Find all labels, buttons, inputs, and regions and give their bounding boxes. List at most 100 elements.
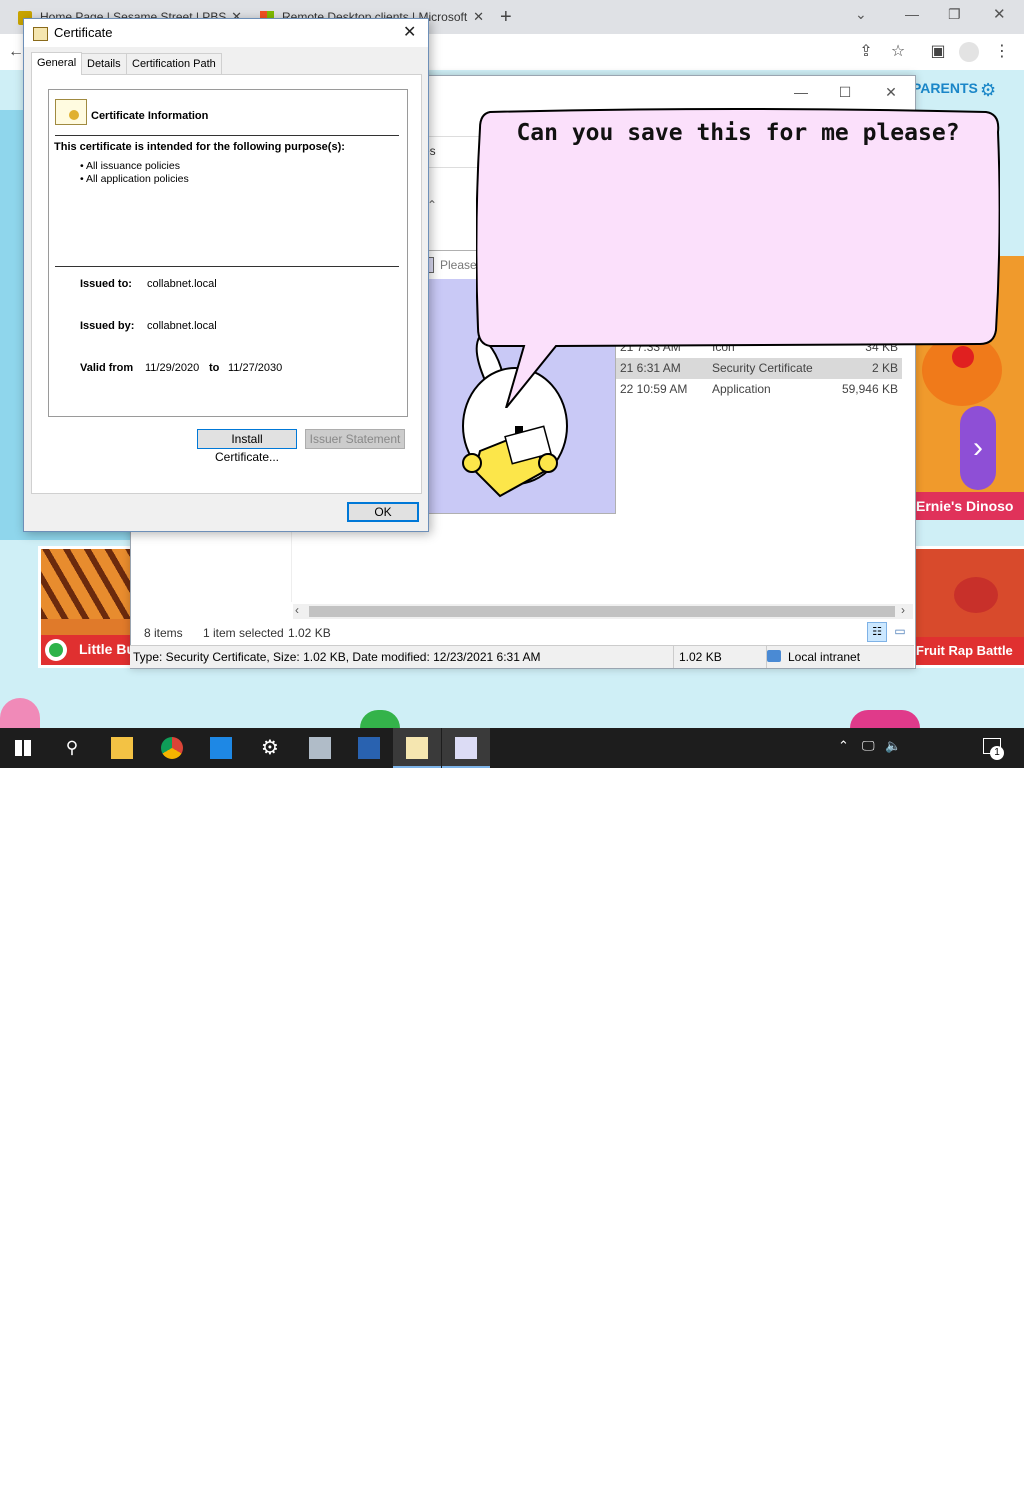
- share-icon[interactable]: ⇪: [856, 42, 876, 62]
- taskbar-app[interactable]: [197, 728, 245, 768]
- certificate-dialog: Certificate ✕ General Details Certificat…: [23, 18, 429, 532]
- tile-title: Fruit Rap Battle: [914, 637, 1024, 665]
- tab-general[interactable]: General: [31, 52, 83, 75]
- restore-icon[interactable]: ❐: [948, 6, 961, 23]
- issued-to-value: collabnet.local: [147, 278, 217, 290]
- tile-artwork: [954, 577, 998, 613]
- chrome-icon: [161, 737, 183, 759]
- tile-artwork: [41, 549, 133, 619]
- taskbar-chrome[interactable]: [148, 728, 196, 768]
- certificate-titlebar: Certificate ✕: [24, 19, 428, 47]
- speech-bubble: Can you save this for me please?: [476, 108, 1000, 408]
- certificate-seal-icon: [55, 99, 87, 125]
- tile-caption-bar: Little Bu: [41, 635, 133, 665]
- start-button[interactable]: [0, 728, 48, 768]
- minimize-icon[interactable]: —: [905, 6, 919, 22]
- zone-section: Local intranet: [766, 646, 860, 668]
- purpose-item: • All application policies: [80, 173, 189, 185]
- scroll-right-icon[interactable]: ›: [901, 603, 905, 617]
- folder-icon: [111, 737, 133, 759]
- close-window-icon[interactable]: ✕: [993, 5, 1006, 23]
- profile-avatar[interactable]: [959, 42, 979, 62]
- selected-size: 1.02 KB: [288, 626, 331, 640]
- volume-icon[interactable]: 🔈: [885, 738, 901, 754]
- taskbar-app[interactable]: [296, 728, 344, 768]
- notification-count-badge: 1: [990, 746, 1004, 760]
- network-icon[interactable]: 🖵: [862, 738, 875, 754]
- zone-label: Local intranet: [788, 650, 861, 664]
- ok-button[interactable]: OK: [347, 502, 419, 522]
- tab-certification-path[interactable]: Certification Path: [126, 53, 222, 74]
- taskbar-settings[interactable]: ⚙: [246, 728, 294, 768]
- close-tab-icon[interactable]: ✕: [473, 4, 484, 30]
- fruit-rap-tile[interactable]: Fruit Rap Battle: [911, 546, 1024, 668]
- network-app-icon: [210, 737, 232, 759]
- please-title: Please: [440, 258, 477, 272]
- taskbar-file-explorer[interactable]: [98, 728, 146, 768]
- new-tab-button[interactable]: +: [500, 6, 512, 29]
- tile-title: Ernie's Dinoso: [914, 492, 1024, 520]
- speech-bubble-shape: [476, 108, 1000, 408]
- general-tab-panel: Certificate Information This certificate…: [31, 74, 422, 494]
- speech-bubble-text: Can you save this for me please?: [516, 120, 960, 146]
- info-heading: Certificate Information: [91, 110, 209, 122]
- decoration-shape: [0, 698, 40, 728]
- mascot-app-icon: [455, 737, 477, 759]
- system-clock[interactable]: 3:56 AM 6/4/2022: [904, 1459, 972, 1493]
- scroll-left-icon[interactable]: ‹: [295, 603, 299, 617]
- maximize-icon[interactable]: ☐: [835, 84, 855, 100]
- taskbar-certificate[interactable]: [393, 728, 441, 768]
- menu-kebab-icon[interactable]: ⋮: [992, 42, 1012, 62]
- issuer-statement-button[interactable]: Issuer Statement: [305, 429, 405, 449]
- valid-to-value: 11/27/2030: [228, 362, 283, 374]
- side-panel-icon[interactable]: ▣: [928, 42, 948, 62]
- item-count: 8 items: [144, 626, 183, 640]
- system-app-icon: [309, 737, 331, 759]
- horizontal-scrollbar[interactable]: ‹ ›: [293, 603, 913, 619]
- valid-from-label: Valid from: [80, 362, 134, 374]
- issued-by-value: collabnet.local: [147, 320, 217, 332]
- minimize-icon[interactable]: —: [791, 84, 811, 100]
- selected-count: 1 item selected: [203, 626, 284, 640]
- explorer-details-bar: Type: Security Certificate, Size: 1.02 K…: [130, 645, 914, 668]
- tab-search-chevron-icon[interactable]: ⌄: [855, 6, 867, 23]
- certificate-title: Certificate: [54, 25, 113, 40]
- purpose-heading: This certificate is intended for the fol…: [54, 141, 345, 153]
- close-window-icon[interactable]: ✕: [881, 84, 901, 100]
- taskbar-please-app[interactable]: [442, 728, 490, 768]
- install-certificate-button[interactable]: Install Certificate...: [197, 429, 297, 464]
- intranet-icon: [767, 650, 781, 662]
- settings-gear-icon[interactable]: ⚙: [980, 80, 1000, 100]
- purpose-item: • All issuance policies: [80, 160, 180, 172]
- search-button[interactable]: ⚲: [48, 728, 96, 768]
- decoration-shape: [360, 710, 400, 728]
- certificate-information-box: Certificate Information This certificate…: [48, 89, 408, 417]
- divider: [55, 266, 399, 267]
- bookmark-star-icon[interactable]: ☆: [888, 42, 908, 62]
- carousel-next-button[interactable]: ›: [960, 406, 996, 490]
- scrollbar-thumb[interactable]: [309, 606, 895, 617]
- issued-to-label: Issued to:: [80, 278, 132, 290]
- decoration-shape: [850, 710, 920, 728]
- certificate-icon: [33, 27, 48, 41]
- taskbar-app[interactable]: [345, 728, 393, 768]
- gear-icon: ⚙: [261, 737, 279, 759]
- clock-time: 3:56 AM: [915, 1460, 961, 1474]
- close-window-icon[interactable]: ✕: [403, 22, 416, 42]
- taskbar: ⚲ ⚙ ⌃ 🖵 🔈 3:56 AM 6/4/2022 1: [0, 728, 1024, 1491]
- play-icon: [45, 639, 67, 661]
- tile-title: Little Bu: [79, 641, 135, 657]
- details-text: Type: Security Certificate, Size: 1.02 K…: [133, 650, 541, 664]
- show-hidden-icons-chevron-icon[interactable]: ⌃: [838, 738, 849, 754]
- certificate-icon: [406, 737, 428, 759]
- explorer-status-bar: 8 items 1 item selected 1.02 KB: [130, 622, 914, 644]
- valid-to-label: to: [209, 362, 220, 374]
- windows-logo-icon: [15, 740, 31, 756]
- divider: [55, 135, 399, 136]
- issued-by-label: Issued by:: [80, 320, 135, 332]
- search-icon: ⚲: [65, 738, 79, 757]
- little-bu-tile[interactable]: Little Bu: [38, 546, 136, 668]
- valid-from-value: 11/29/2020: [145, 362, 200, 374]
- tab-details[interactable]: Details: [81, 53, 127, 74]
- parents-link[interactable]: PARENTS: [912, 80, 978, 96]
